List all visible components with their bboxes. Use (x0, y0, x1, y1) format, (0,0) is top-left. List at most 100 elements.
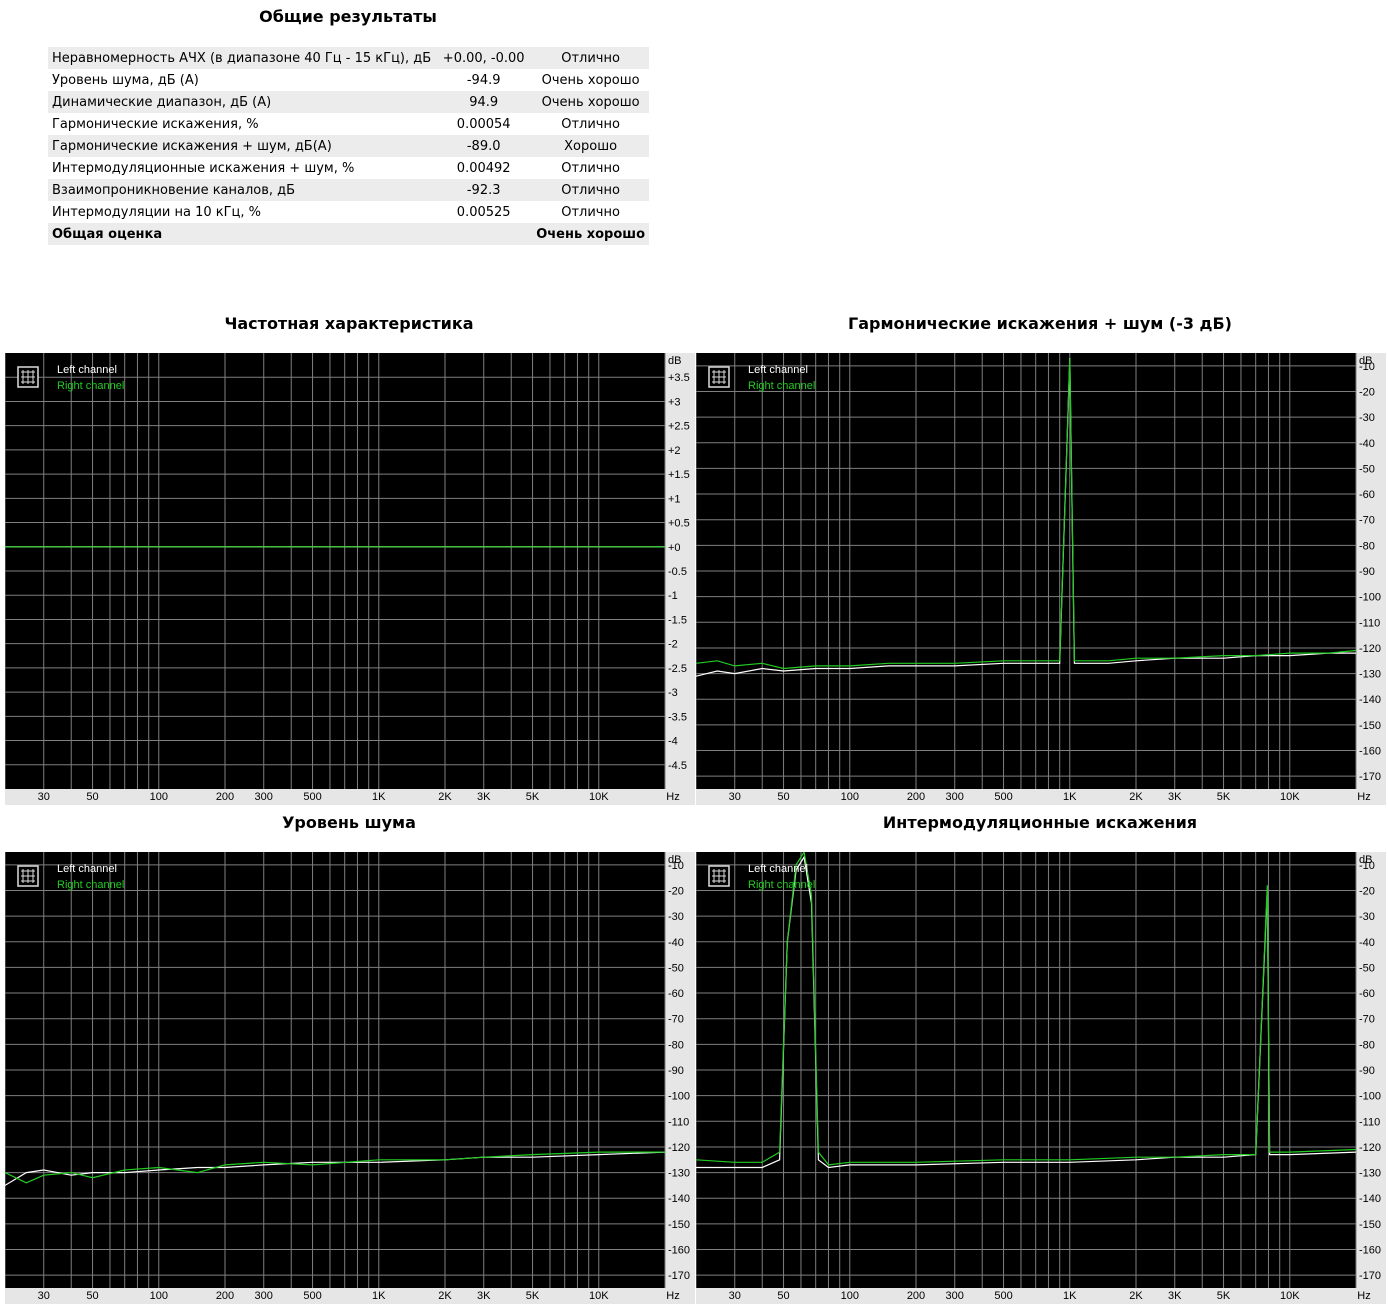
x-tick-label: 30 (729, 791, 741, 803)
legend-right: Right channel (57, 380, 124, 392)
row-value: 0.00054 (435, 113, 533, 135)
table-row: Взаимопроникновение каналов, дБ -92.3 Отли… (48, 179, 649, 201)
row-value: +0.00, -0.00 (435, 47, 533, 69)
y-tick-label: -40 (1359, 937, 1375, 949)
x-tick-label: 300 (255, 1290, 273, 1302)
y-tick-label: -170 (1359, 1270, 1381, 1282)
y-tick-label: -150 (668, 1219, 690, 1231)
y-tick-label: -50 (668, 962, 684, 974)
y-tick-label: -0.5 (668, 566, 687, 578)
chart-noise-svg: Left channelRight channeldB-10-20-30-40-… (5, 852, 695, 1304)
y-tick-label: -70 (1359, 515, 1375, 527)
table-row: Гармонические искажения, % 0.00054 Отлично (48, 113, 649, 135)
x-tick-label: 100 (841, 791, 859, 803)
row-value: -94.9 (435, 69, 533, 91)
chart-imd-svg: Left channelRight channeldB-10-20-30-40-… (696, 852, 1386, 1304)
y-tick-label: -170 (668, 1270, 690, 1282)
y-tick-label: -1 (668, 590, 678, 602)
y-tick-label: -10 (668, 860, 684, 872)
legend-left: Left channel (57, 364, 117, 376)
x-tick-label: 2K (438, 791, 452, 803)
y-tick-label: -100 (1359, 1091, 1381, 1103)
y-tick-label: -80 (1359, 540, 1375, 552)
x-tick-label: 10K (589, 1290, 609, 1302)
x-tick-label: 50 (777, 1290, 789, 1302)
x-tick-label: 300 (255, 791, 273, 803)
x-unit: Hz (1357, 1290, 1370, 1302)
y-tick-label: -90 (1359, 566, 1375, 578)
x-tick-label: 200 (907, 1290, 925, 1302)
y-tick-label: -130 (1359, 1168, 1381, 1180)
legend-left: Left channel (57, 863, 117, 875)
x-tick-label: 30 (38, 791, 50, 803)
y-tick-label: -170 (1359, 771, 1381, 783)
y-tick-label: -2.5 (668, 663, 687, 675)
y-tick-label: +3.5 (668, 372, 690, 384)
row-rating: Очень хорошо (532, 91, 649, 113)
row-label: Неравномерность АЧХ (в диапазоне 40 Гц -… (48, 47, 436, 69)
y-tick-label: -20 (1359, 386, 1375, 398)
row-value: 94.9 (435, 91, 533, 113)
x-tick-label: 200 (216, 1290, 234, 1302)
y-tick-label: -2 (668, 639, 678, 651)
table-row: Динамические диапазон, дБ (А) 94.9 Очень х… (48, 91, 649, 113)
x-unit: Hz (1357, 791, 1370, 803)
y-tick-label: -160 (1359, 1245, 1381, 1257)
y-tick-label: -160 (668, 1245, 690, 1257)
x-tick-label: 50 (86, 791, 98, 803)
y-unit: dB (668, 355, 681, 367)
row-rating: Отлично (532, 179, 649, 201)
x-tick-label: 2K (438, 1290, 452, 1302)
x-tick-label: 300 (946, 1290, 964, 1302)
y-tick-label: -3 (668, 687, 678, 699)
legend-left: Left channel (748, 863, 808, 875)
x-tick-label: 50 (777, 791, 789, 803)
y-tick-label: -80 (1359, 1039, 1375, 1051)
y-tick-label: -4 (668, 736, 678, 748)
y-tick-label: -150 (1359, 720, 1381, 732)
x-tick-label: 1K (372, 791, 386, 803)
x-tick-label: 200 (216, 791, 234, 803)
chart-noise: Left channel Right channel dB -10 -20 -30 -40-… (5, 852, 695, 1304)
row-label: Уровень шума, дБ (А) (48, 69, 436, 91)
y-tick-label: -150 (1359, 1219, 1381, 1231)
y-tick-label: -60 (1359, 489, 1375, 501)
table-row: Интермодуляции на 10 кГц, % 0.00525 Отличн… (48, 201, 649, 223)
chart-title-fr: Частотная характеристика (224, 314, 474, 333)
chart-thd: Left channel Right channel dB -10 -20 -30 -40-… (696, 353, 1386, 805)
y-tick-label: -110 (1359, 1116, 1380, 1128)
x-tick-label: 500 (994, 791, 1012, 803)
x-tick-label: 10K (589, 791, 609, 803)
legend-right: Right channel (748, 879, 815, 891)
y-tick-label: -40 (668, 937, 684, 949)
row-label: Взаимопроникновение каналов, дБ (48, 179, 436, 201)
x-tick-label: 500 (303, 1290, 321, 1302)
table-row: Неравномерность АЧХ (в диапазоне 40 Гц -… (48, 47, 649, 69)
y-tick-label: +0.5 (668, 518, 690, 530)
y-tick-label: -110 (668, 1116, 689, 1128)
row-label: Гармонические искажения, % (48, 113, 436, 135)
y-tick-label: -70 (1359, 1014, 1375, 1026)
y-tick-label: +3 (668, 396, 681, 408)
y-tick-label: -100 (668, 1091, 690, 1103)
x-tick-label: 1K (1063, 1290, 1077, 1302)
x-tick-label: 3K (477, 791, 491, 803)
x-tick-label: 2K (1129, 1290, 1143, 1302)
y-tick-label: +2.5 (668, 421, 690, 433)
x-tick-label: 5K (526, 1290, 540, 1302)
row-label: Интермодуляции на 10 кГц, % (48, 201, 436, 223)
row-label: Гармонические искажения + шум, дБ(А) (48, 135, 436, 157)
x-tick-label: 10K (1280, 791, 1300, 803)
row-rating: Отлично (532, 113, 649, 135)
x-tick-label: 3K (1168, 791, 1182, 803)
y-tick-label: -40 (1359, 438, 1375, 450)
chart-title-imd: Интермодуляционные искажения (882, 813, 1198, 832)
y-tick-label: -50 (1359, 463, 1375, 475)
y-tick-label: -140 (1359, 1193, 1381, 1205)
x-tick-label: 30 (38, 1290, 50, 1302)
legend-right: Right channel (57, 879, 124, 891)
y-tick-label: -3.5 (668, 711, 687, 723)
y-tick-label: +2 (668, 445, 681, 457)
x-tick-label: 300 (946, 791, 964, 803)
legend-right: Right channel (748, 380, 815, 392)
